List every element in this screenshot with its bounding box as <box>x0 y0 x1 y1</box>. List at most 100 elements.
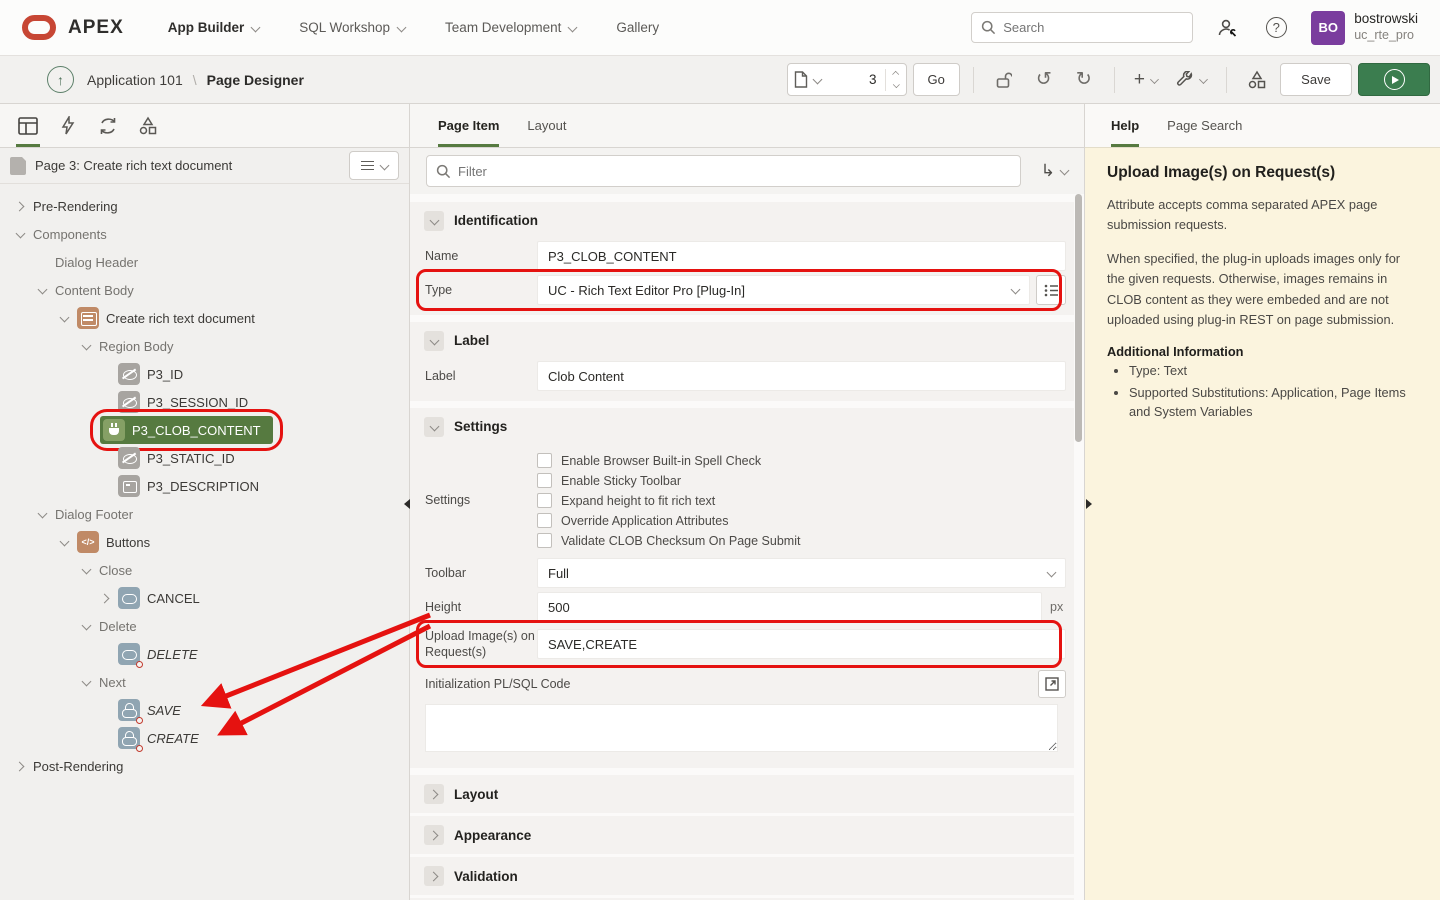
chevron-down-icon[interactable] <box>16 230 24 238</box>
page-number[interactable]: 3 <box>821 72 885 87</box>
breadcrumb-application[interactable]: Application 101 <box>87 72 183 88</box>
tree-node-cancel[interactable]: CANCEL <box>0 584 409 612</box>
utilities-menu-button[interactable] <box>1170 71 1213 89</box>
application-home-icon[interactable]: ↑ <box>47 66 74 93</box>
checkbox[interactable] <box>537 453 552 468</box>
tab-layout[interactable]: Layout <box>527 104 566 147</box>
tree-node-components[interactable]: Components <box>0 220 409 248</box>
section-identification-header[interactable]: Identification <box>410 202 1074 239</box>
checkbox-sticky-toolbar[interactable]: Enable Sticky Toolbar <box>537 473 800 488</box>
tree-node-delete-button[interactable]: DELETE <box>0 640 409 668</box>
chevron-right-icon[interactable] <box>101 594 109 602</box>
help-icon[interactable]: ? <box>1259 11 1293 45</box>
avatar[interactable]: BO <box>1311 11 1345 45</box>
tab-page-search[interactable]: Page Search <box>1167 104 1242 147</box>
chevron-down-icon[interactable] <box>38 510 46 518</box>
chevron-right-icon[interactable] <box>16 762 24 770</box>
tree-node-region-body[interactable]: Region Body <box>0 332 409 360</box>
unlock-icon[interactable] <box>987 63 1021 96</box>
global-search[interactable] <box>971 12 1193 43</box>
go-to-group-button[interactable]: ↳ <box>1041 161 1068 181</box>
tree-node-delete-group[interactable]: Delete <box>0 612 409 640</box>
checkbox-spell-check[interactable]: Enable Browser Built-in Spell Check <box>537 453 800 468</box>
checkbox[interactable] <box>537 533 552 548</box>
page-selector[interactable]: 3 <box>787 63 907 96</box>
undo-icon[interactable]: ↺ <box>1027 63 1061 96</box>
collapse-left-panel-handle[interactable] <box>404 499 410 509</box>
tree-node-next[interactable]: Next <box>0 668 409 696</box>
tab-help[interactable]: Help <box>1111 104 1139 147</box>
tree-node-p3-static-id[interactable]: P3_STATIC_ID <box>0 444 409 472</box>
label-input[interactable]: Clob Content <box>537 361 1066 391</box>
section-settings-header[interactable]: Settings <box>410 408 1074 445</box>
tab-processing-icon[interactable] <box>88 104 128 147</box>
tab-rendering-icon[interactable] <box>8 104 48 147</box>
tree-node-close[interactable]: Close <box>0 556 409 584</box>
tab-page-item[interactable]: Page Item <box>438 104 499 147</box>
run-page-button[interactable] <box>1358 63 1430 96</box>
page-number-stepper[interactable] <box>885 69 900 91</box>
chevron-down-icon[interactable] <box>82 678 90 686</box>
create-menu-button[interactable]: + <box>1128 69 1164 91</box>
code-editor-expand-button[interactable] <box>1038 670 1066 698</box>
chevron-down-icon[interactable] <box>82 342 90 350</box>
chevron-right-icon[interactable] <box>16 202 24 210</box>
section-validation[interactable]: Validation <box>410 857 1074 895</box>
tree-node-p3-clob-content[interactable]: P3_CLOB_CONTENT <box>0 416 409 444</box>
step-down-icon[interactable] <box>893 82 899 88</box>
type-select[interactable]: UC - Rich Text Editor Pro [Plug-In] <box>537 275 1030 305</box>
administration-icon[interactable] <box>1211 11 1245 45</box>
menu-gallery[interactable]: Gallery <box>616 20 659 35</box>
type-lov-button[interactable] <box>1036 275 1066 305</box>
checkbox[interactable] <box>537 513 552 528</box>
toolbar-select[interactable]: Full <box>537 558 1066 588</box>
search-input[interactable] <box>1003 20 1173 35</box>
checkbox-validate-checksum[interactable]: Validate CLOB Checksum On Page Submit <box>537 533 800 548</box>
chevron-down-icon[interactable] <box>82 566 90 574</box>
save-button[interactable]: Save <box>1280 63 1352 96</box>
tree-node-p3-session-id[interactable]: P3_SESSION_ID <box>0 388 409 416</box>
tree-node-buttons[interactable]: </>Buttons <box>0 528 409 556</box>
checkbox-override-attributes[interactable]: Override Application Attributes <box>537 513 800 528</box>
chevron-down-icon[interactable] <box>60 314 68 322</box>
checkbox[interactable] <box>537 493 552 508</box>
tree-node-content-body[interactable]: Content Body <box>0 276 409 304</box>
tab-shared-components-icon[interactable] <box>128 104 168 147</box>
checkbox-expand-height[interactable]: Expand height to fit rich text <box>537 493 800 508</box>
filter-box[interactable] <box>426 155 1021 187</box>
menu-app-builder[interactable]: App Builder <box>168 20 260 35</box>
menu-team-development[interactable]: Team Development <box>445 20 576 35</box>
shared-components-icon[interactable] <box>1240 63 1274 96</box>
section-layout[interactable]: Layout <box>410 775 1074 813</box>
filter-input[interactable] <box>458 164 975 179</box>
tree-node-dialog-footer[interactable]: Dialog Footer <box>0 500 409 528</box>
section-appearance[interactable]: Appearance <box>410 816 1074 854</box>
tree-menu-button[interactable] <box>349 151 399 180</box>
user-info[interactable]: bostrowski uc_rte_pro <box>1354 11 1418 44</box>
step-up-icon[interactable] <box>893 71 899 77</box>
redo-icon[interactable]: ↻ <box>1067 63 1101 96</box>
tree-node-p3-description[interactable]: P3_DESCRIPTION <box>0 472 409 500</box>
tree-node-create-button[interactable]: CREATE <box>0 724 409 752</box>
collapse-right-panel-handle[interactable] <box>1086 499 1092 509</box>
checkbox[interactable] <box>537 473 552 488</box>
name-input[interactable]: P3_CLOB_CONTENT <box>537 241 1066 271</box>
go-button[interactable]: Go <box>913 63 960 96</box>
height-input[interactable]: 500 <box>537 592 1042 622</box>
oracle-logo-icon[interactable] <box>22 15 56 40</box>
init-plsql-code-input[interactable] <box>425 704 1058 752</box>
upload-requests-input[interactable]: SAVE,CREATE <box>537 629 1066 659</box>
tree-node-p3-id[interactable]: P3_ID <box>0 360 409 388</box>
brand-apex[interactable]: APEX <box>68 17 124 39</box>
tab-dynamic-actions-icon[interactable] <box>48 104 88 147</box>
tree-node-post-rendering[interactable]: Post-Rendering <box>0 752 409 780</box>
chevron-down-icon[interactable] <box>60 538 68 546</box>
chevron-down-icon[interactable] <box>38 286 46 294</box>
tree-node-pre-rendering[interactable]: Pre-Rendering <box>0 192 409 220</box>
section-label-header[interactable]: Label <box>410 322 1074 359</box>
menu-sql-workshop[interactable]: SQL Workshop <box>299 20 405 35</box>
tree-node-region[interactable]: Create rich text document <box>0 304 409 332</box>
chevron-down-icon[interactable] <box>82 622 90 630</box>
tree-node-dialog-header[interactable]: Dialog Header <box>0 248 409 276</box>
tree-node-save-button[interactable]: SAVE <box>0 696 409 724</box>
